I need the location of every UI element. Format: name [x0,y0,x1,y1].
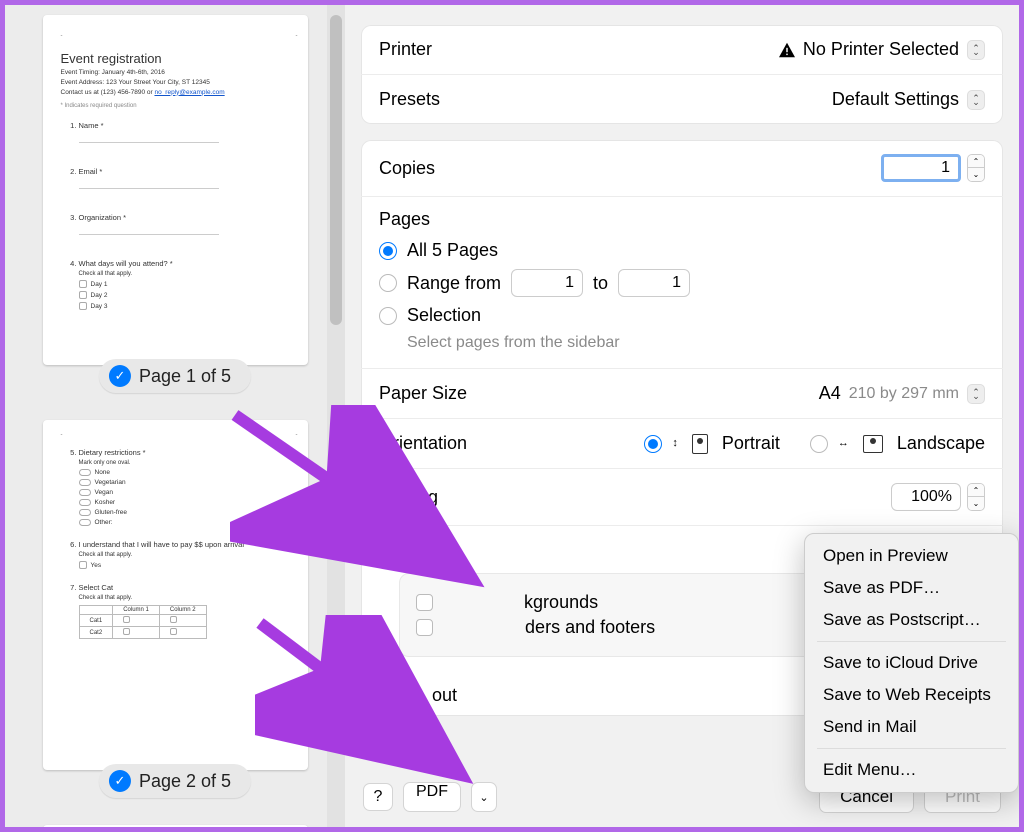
preview-sidebar[interactable]: -- Event registration Event Timing: Janu… [5,5,345,827]
radio-on-icon [379,242,397,260]
pages-range-radio[interactable]: Range from to [379,269,985,297]
pdf-dropdown-menu: Open in Preview Save as PDF… Save as Pos… [804,533,1019,793]
range-from-input[interactable] [511,269,583,297]
checkbox-off-icon [416,594,433,611]
printer-row[interactable]: Printer No Printer Selected [361,25,1003,75]
copies-stepper[interactable]: ⌃⌄ [967,154,985,182]
chevron-down-icon: ⌄ [479,791,488,804]
range-to-input[interactable] [618,269,690,297]
orientation-portrait-radio[interactable] [644,435,662,453]
warning-icon [777,41,797,59]
print-options-panel: Printer No Printer Selected Presets Defa… [345,5,1019,827]
scaling-stepper[interactable]: ⌃⌄ [967,483,985,511]
updown-icon[interactable] [967,40,985,60]
pdf-dropdown-button[interactable]: ⌄ [471,782,497,812]
page-thumbnail-1[interactable]: -- Event registration Event Timing: Janu… [43,15,308,365]
pages-selection-radio[interactable]: Selection [379,305,985,326]
menu-send-in-mail[interactable]: Send in Mail [805,711,1018,743]
updown-icon[interactable] [967,384,985,404]
copies-input[interactable] [881,154,961,182]
page-thumbnail-3[interactable]: -- [43,825,308,827]
checkbox-off-icon [416,619,433,636]
menu-save-web-receipts[interactable]: Save to Web Receipts [805,679,1018,711]
form-title: Event registration [61,51,298,66]
page-badge-1[interactable]: ✓ Page 1 of 5 [99,359,251,393]
landscape-icon [863,435,883,453]
paper-size-row[interactable]: Paper Size A4 210 by 297 mm [361,369,1003,419]
menu-edit-menu[interactable]: Edit Menu… [805,754,1018,786]
radio-off-icon [379,274,397,292]
chevron-down-icon: ⌄ [375,544,385,558]
pages-all-radio[interactable]: All 5 Pages [379,240,985,261]
menu-save-icloud[interactable]: Save to iCloud Drive [805,647,1018,679]
menu-save-as-pdf[interactable]: Save as PDF… [805,572,1018,604]
presets-row[interactable]: Presets Default Settings [361,75,1003,124]
radio-off-icon [379,307,397,325]
print-dialog-window: -- Event registration Event Timing: Janu… [0,0,1024,832]
pdf-button[interactable]: PDF [403,782,461,812]
check-icon: ✓ [109,365,131,387]
check-icon: ✓ [109,770,131,792]
menu-save-as-postscript[interactable]: Save as Postscript… [805,604,1018,636]
help-button[interactable]: ? [363,783,393,811]
page-badge-2[interactable]: ✓ Page 2 of 5 [99,764,251,798]
scaling-input[interactable] [891,483,961,511]
page-thumbnail-2[interactable]: -- Dietary restrictions * Mark only one … [43,420,308,770]
chevron-right-icon: › [379,689,383,703]
portrait-icon [692,434,708,454]
orientation-landscape-radio[interactable] [810,435,828,453]
menu-open-preview[interactable]: Open in Preview [805,540,1018,572]
updown-icon[interactable] [967,90,985,110]
